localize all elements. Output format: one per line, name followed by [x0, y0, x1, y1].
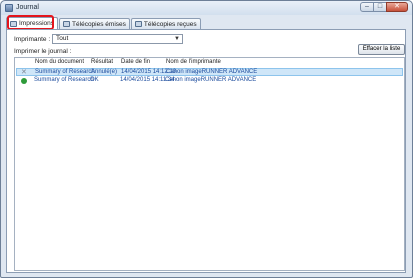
row-printer: Canon imageRUNNER ADVANCE — [166, 69, 258, 75]
tab-label: Télécopies reçues — [143, 20, 197, 28]
journal-label: Imprimer le journal : — [14, 48, 72, 55]
maximize-button[interactable]: □ — [373, 2, 387, 12]
print-log-list[interactable]: Nom du document Résultat Date de fin Nom… — [14, 57, 405, 271]
row-document: Summary of Research — [34, 77, 94, 83]
printer-select-value: Tout — [56, 35, 69, 42]
cancelled-x-icon: ✕ — [21, 69, 27, 76]
printer-filter-label: Imprimante : — [14, 36, 51, 43]
column-header-printer[interactable]: Nom de l'imprimante — [166, 59, 221, 65]
journal-app-icon — [5, 4, 13, 12]
column-header-result[interactable]: Résultat — [91, 59, 113, 65]
row-result: Annulé(e) — [91, 69, 118, 75]
row-document: Summary of Research — [35, 69, 95, 75]
row-result: OK — [90, 77, 99, 83]
success-check-icon — [21, 78, 27, 84]
journal-window: Journal – □ ✕ Impressions Télécopies émi… — [0, 0, 413, 278]
active-tab-highlight — [7, 15, 54, 30]
table-row[interactable]: Summary of Research OK 14/04/2015 14:11:… — [16, 77, 403, 85]
column-header-end-date[interactable]: Date de fin — [121, 59, 150, 65]
table-row[interactable]: ✕ Summary of Research Annulé(e) 14/04/20… — [16, 68, 403, 76]
minimize-button[interactable]: – — [360, 2, 374, 12]
chevron-down-icon: ▼ — [174, 36, 180, 42]
title-bar: Journal – □ ✕ — [1, 1, 412, 15]
impressions-panel: Imprimante : Tout ▼ Imprimer le journal … — [6, 29, 406, 273]
tab-telecopies-recues[interactable]: Télécopies reçues — [130, 18, 201, 29]
fax-sent-icon — [63, 21, 71, 27]
printer-select[interactable]: Tout ▼ — [52, 34, 183, 44]
close-button[interactable]: ✕ — [386, 2, 408, 12]
clear-list-button[interactable]: Effacer la liste — [358, 44, 405, 55]
tab-telecopies-emises[interactable]: Télécopies émises — [59, 18, 130, 29]
column-header-document[interactable]: Nom du document — [35, 59, 84, 65]
window-controls: – □ ✕ — [360, 2, 408, 13]
tab-label: Télécopies émises — [72, 20, 126, 28]
row-printer: Canon imageRUNNER ADVANCE — [165, 77, 257, 83]
window-title: Journal — [16, 4, 39, 11]
fax-received-icon — [134, 21, 142, 27]
